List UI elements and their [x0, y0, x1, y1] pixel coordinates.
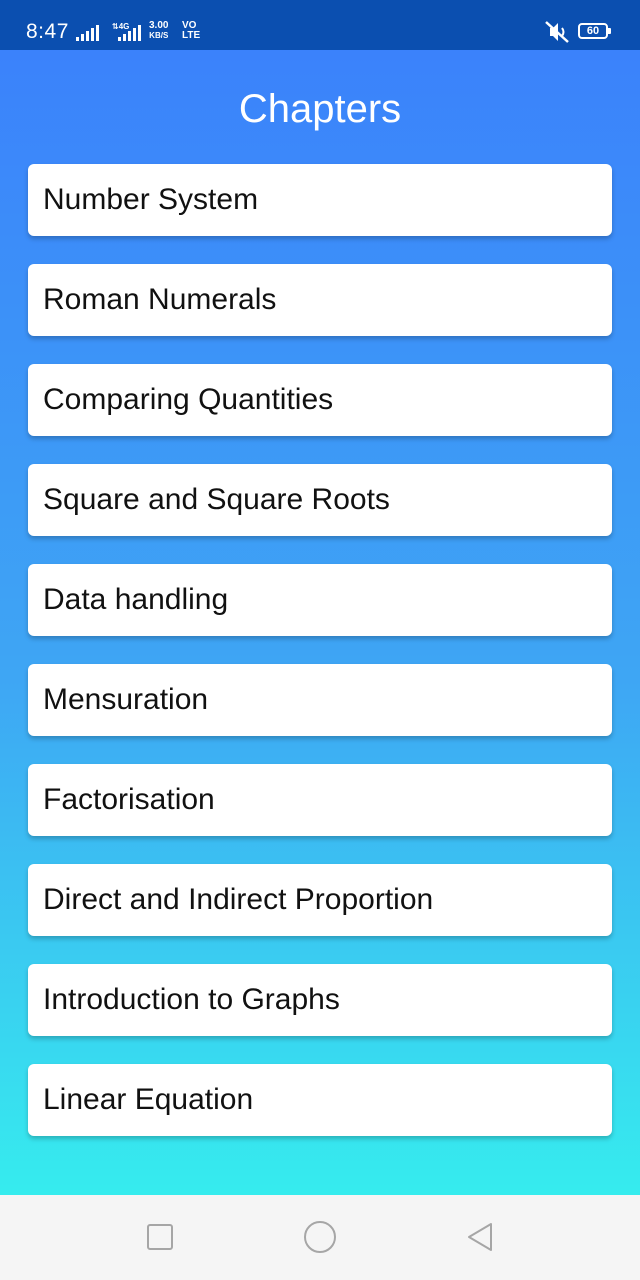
- chapter-item-number-system[interactable]: Number System: [28, 164, 612, 236]
- recent-apps-button[interactable]: [138, 1215, 182, 1259]
- chapter-label: Square and Square Roots: [43, 483, 390, 516]
- chapter-item-factorisation[interactable]: Factorisation: [28, 764, 612, 836]
- chapter-item-mensuration[interactable]: Mensuration: [28, 664, 612, 736]
- battery-icon: 60: [578, 23, 611, 39]
- signal-bars-icon: [76, 25, 99, 41]
- volte-bottom: LTE: [182, 30, 201, 41]
- chapter-item-square-and-square-roots[interactable]: Square and Square Roots: [28, 464, 612, 536]
- battery-level: 60: [586, 25, 600, 37]
- chapter-label: Introduction to Graphs: [43, 983, 340, 1016]
- status-bar: 8:47 ⇅4G 3.00 KB/S VO LTE 60: [0, 0, 640, 50]
- network-speed-unit: KB/S: [149, 31, 169, 40]
- chapter-list: Number System Roman Numerals Comparing Q…: [28, 164, 612, 1164]
- chapter-item-direct-and-indirect-proportion[interactable]: Direct and Indirect Proportion: [28, 864, 612, 936]
- chapter-item-roman-numerals[interactable]: Roman Numerals: [28, 264, 612, 336]
- mute-icon: [545, 21, 569, 43]
- network-speed-value: 3.00: [149, 20, 169, 31]
- chapter-item-data-handling[interactable]: Data handling: [28, 564, 612, 636]
- recent-apps-icon: [147, 1224, 173, 1250]
- signal-bars-icon: [118, 25, 141, 41]
- chapter-label: Number System: [43, 183, 259, 216]
- chapter-label: Linear Equation: [43, 1083, 254, 1116]
- chapter-label: Factorisation: [43, 783, 215, 816]
- home-button[interactable]: [298, 1215, 342, 1259]
- back-button[interactable]: [458, 1215, 502, 1259]
- chapter-label: Roman Numerals: [43, 283, 277, 316]
- chapter-label: Comparing Quantities: [43, 383, 334, 416]
- chapter-item-comparing-quantities[interactable]: Comparing Quantities: [28, 364, 612, 436]
- chapter-label: Direct and Indirect Proportion: [43, 883, 434, 916]
- app-screen: 8:47 ⇅4G 3.00 KB/S VO LTE 60 Chapters Nu…: [0, 0, 640, 1280]
- page-title: Chapters: [238, 87, 402, 131]
- chapter-label: Mensuration: [43, 683, 209, 716]
- back-icon: [468, 1223, 492, 1251]
- chapter-item-linear-equation[interactable]: Linear Equation: [28, 1064, 612, 1136]
- navigation-bar: [0, 1195, 640, 1280]
- chapter-label: Data handling: [43, 583, 229, 616]
- home-icon: [304, 1221, 336, 1253]
- chapter-item-introduction-to-graphs[interactable]: Introduction to Graphs: [28, 964, 612, 1036]
- status-time: 8:47: [26, 20, 69, 43]
- volte-indicator: VO LTE: [182, 21, 200, 41]
- chapters-screen: Chapters Number System Roman Numerals Co…: [0, 50, 640, 1195]
- network-speed: 3.00 KB/S: [149, 21, 168, 41]
